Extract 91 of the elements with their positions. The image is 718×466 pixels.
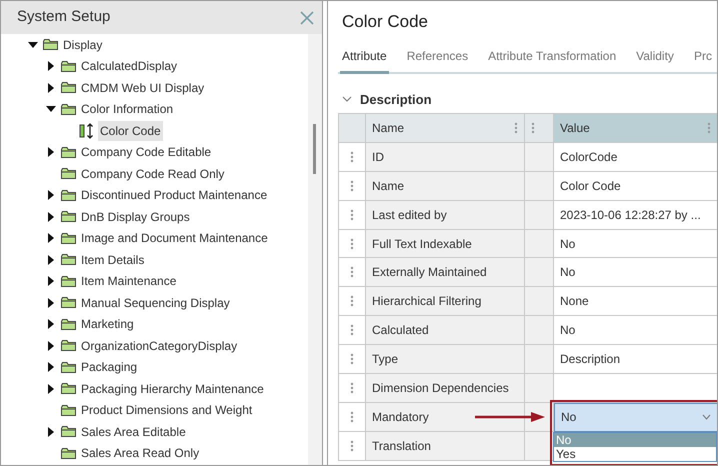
tree-item[interactable]: Company Code Read Only	[79, 164, 226, 184]
tree-item[interactable]: CalculatedDisplay	[79, 56, 180, 76]
folder-icon	[61, 82, 76, 94]
close-icon[interactable]	[300, 10, 314, 24]
dropdown-field[interactable]: No	[554, 402, 717, 432]
folder-icon	[61, 190, 76, 201]
tree-item[interactable]: Marketing	[79, 314, 136, 334]
chevron-icon	[702, 414, 711, 420]
panel-title: System Setup	[17, 7, 110, 28]
cell-value: Color Code	[560, 178, 621, 195]
row-label: ID	[372, 148, 384, 166]
drag-handle-icon[interactable]	[350, 295, 354, 308]
drag-handle-icon[interactable]	[350, 440, 354, 452]
tab[interactable]: Attribute Transformation	[486, 46, 618, 74]
tree-item[interactable]: Image and Document Maintenance	[79, 228, 270, 248]
cell-value: No	[560, 264, 576, 282]
row-label: Type	[372, 351, 398, 368]
cell-value: No	[560, 236, 576, 252]
drag-handle-icon[interactable]	[350, 150, 354, 163]
row-label: Calculated	[372, 322, 429, 340]
drag-handle-icon[interactable]	[350, 238, 354, 250]
folder-icon	[61, 318, 76, 330]
folder-icon	[61, 211, 76, 222]
drag-handle-icon[interactable]	[350, 180, 354, 192]
folder-icon	[61, 426, 76, 438]
attribute-icon	[79, 122, 95, 139]
folder-icon	[43, 39, 58, 50]
tree-item[interactable]: Discontinued Product Maintenance	[79, 185, 270, 206]
cell-value: 2023-10-06 12:28:27 by ...	[560, 206, 701, 224]
cell-value: Description	[560, 351, 620, 368]
section-title: Description	[360, 90, 432, 109]
row-label: Dimension Dependencies	[372, 380, 509, 397]
tree-item[interactable]: Company Code Editable	[79, 142, 214, 162]
cell-value: ColorCode	[560, 148, 618, 166]
column-header[interactable]: Name	[372, 118, 404, 137]
tree-item[interactable]: Manual Sequencing Display	[79, 292, 232, 313]
tree-item[interactable]: Display	[61, 34, 104, 55]
tree-item[interactable]: Product Dimensions and Weight	[79, 400, 254, 420]
page-title: Color Code	[342, 11, 429, 33]
tree-item[interactable]: Packaging	[79, 357, 140, 378]
folder-icon	[61, 404, 76, 416]
row-label: Translation	[372, 438, 431, 455]
tree-item[interactable]: Item Details	[79, 250, 146, 270]
row-label: Full Text Indexable	[372, 236, 472, 252]
drag-handle-icon[interactable]	[350, 208, 354, 221]
folder-icon	[61, 362, 76, 373]
tree-item[interactable]: Color Information	[79, 99, 176, 120]
folder-icon	[61, 254, 76, 266]
folder-icon	[61, 276, 76, 287]
tree-item[interactable]: Sales Area Editable	[79, 422, 188, 442]
folder-icon	[61, 232, 76, 244]
tree-item[interactable]: Item Maintenance	[79, 271, 178, 292]
cell-value: None	[560, 293, 589, 310]
annotation-arrow	[475, 412, 545, 422]
tree-item[interactable]: Sales Area Read Only	[79, 443, 202, 464]
folder-icon	[61, 448, 76, 459]
column-header[interactable]: Value	[560, 118, 590, 137]
drag-handle-icon[interactable]	[350, 410, 354, 423]
folder-icon	[61, 340, 76, 352]
tree-item[interactable]: DnB Display Groups	[79, 206, 192, 227]
tree-item[interactable]: Color Code	[98, 120, 163, 141]
folder-icon	[61, 104, 76, 115]
caret-icon[interactable]	[27, 40, 39, 50]
row-label: Externally Maintained	[372, 264, 487, 282]
tab[interactable]: Attribute	[340, 46, 389, 74]
tree-item[interactable]: OrganizationCategoryDisplay	[79, 336, 240, 356]
dropdown-option[interactable]: Yes	[554, 446, 716, 461]
kebab-icon[interactable]	[514, 122, 518, 134]
kebab-icon[interactable]	[531, 122, 535, 134]
tree-item[interactable]: CMDM Web UI Display	[79, 78, 206, 98]
folder-icon	[61, 297, 76, 308]
tab[interactable]: Validity	[634, 46, 676, 74]
caret-icon[interactable]	[45, 104, 57, 114]
cell-value: No	[560, 322, 576, 340]
drag-handle-icon[interactable]	[350, 266, 354, 278]
drag-handle-icon[interactable]	[350, 353, 354, 366]
row-label: Name	[372, 178, 404, 195]
tree-item[interactable]: Packaging Hierarchy Maintenance	[79, 378, 266, 399]
scrollbar[interactable]	[308, 34, 322, 465]
folder-icon	[61, 168, 76, 180]
row-label: Last edited by	[372, 206, 447, 224]
tab[interactable]: References	[404, 46, 470, 74]
chevron-icon[interactable]	[342, 96, 352, 102]
folder-icon	[61, 146, 76, 158]
row-label: Mandatory	[372, 408, 429, 426]
folder-icon	[61, 60, 76, 72]
folder-icon	[61, 383, 76, 394]
row-label: Hierarchical Filtering	[372, 293, 482, 310]
drag-handle-icon[interactable]	[350, 382, 354, 394]
tab[interactable]: Prc	[692, 46, 714, 74]
drag-handle-icon[interactable]	[350, 324, 354, 336]
